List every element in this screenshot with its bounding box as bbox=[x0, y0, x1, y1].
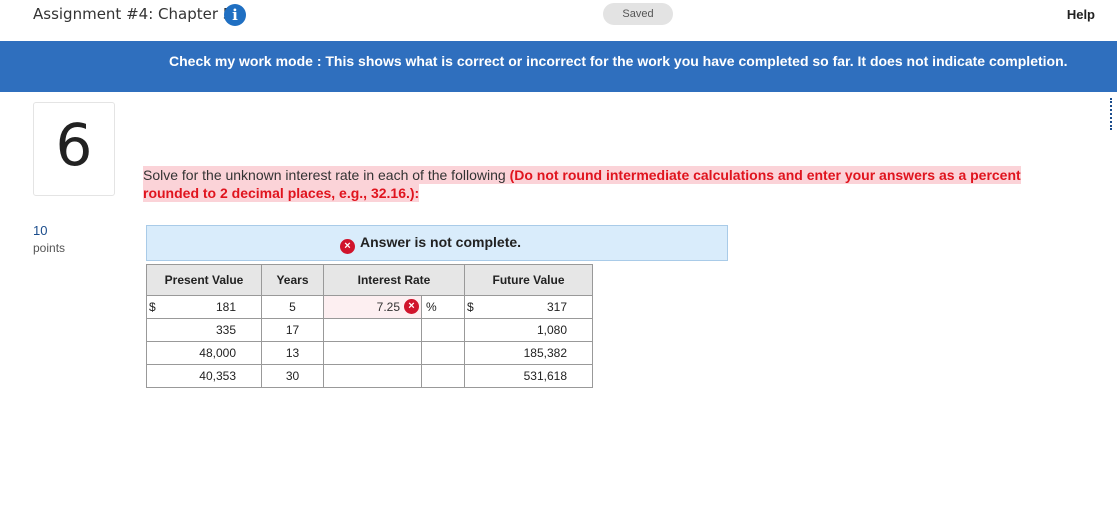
incorrect-x-icon: × bbox=[340, 239, 355, 254]
present-value: 48,000 bbox=[199, 346, 236, 360]
future-value-cell: $317 bbox=[464, 295, 593, 319]
interest-rate-table: Present Value Years Interest Rate Future… bbox=[146, 264, 593, 388]
future-value: 1,080 bbox=[536, 323, 567, 337]
years-cell: 5 bbox=[261, 295, 324, 319]
future-value-cell: 185,382 bbox=[464, 341, 593, 365]
percent-cell: % bbox=[421, 295, 465, 319]
interest-rate-input[interactable] bbox=[323, 318, 422, 342]
present-value-cell: 48,000 bbox=[146, 341, 262, 365]
percent-cell bbox=[421, 341, 465, 365]
check-my-work-banner: Check my work mode : This shows what is … bbox=[0, 41, 1117, 92]
present-value-cell: 335 bbox=[146, 318, 262, 342]
answer-status-box: × Answer is not complete. bbox=[146, 225, 728, 261]
table-row: 335 17 1,080 bbox=[146, 318, 593, 342]
future-value: 317 bbox=[546, 300, 567, 314]
scrollbar-marker[interactable] bbox=[1110, 98, 1115, 130]
question-number-box: 6 bbox=[33, 102, 115, 196]
answer-status-text: Answer is not complete. bbox=[360, 234, 522, 250]
interest-rate-cell[interactable]: 7.25 × bbox=[323, 295, 422, 319]
answer-status: × Answer is not complete. bbox=[340, 234, 521, 254]
years-cell: 30 bbox=[261, 364, 324, 388]
future-value: 531,618 bbox=[523, 369, 567, 383]
question-number: 6 bbox=[55, 111, 93, 179]
incorrect-x-icon: × bbox=[404, 299, 419, 314]
assignment-title: Assignment #4: Chapter 5 bbox=[33, 5, 233, 23]
top-bar: Assignment #4: Chapter 5 i Saved Help bbox=[0, 0, 1117, 40]
interest-rate-input[interactable] bbox=[323, 341, 422, 365]
table-row: $181 5 7.25 × % $317 bbox=[146, 295, 593, 319]
info-icon[interactable]: i bbox=[224, 4, 246, 26]
years-cell: 13 bbox=[261, 341, 324, 365]
percent-cell bbox=[421, 318, 465, 342]
saved-status-badge: Saved bbox=[603, 3, 673, 25]
percent-cell bbox=[421, 364, 465, 388]
header-present-value: Present Value bbox=[146, 264, 262, 296]
percent-symbol: % bbox=[426, 300, 437, 314]
future-value-cell: 531,618 bbox=[464, 364, 593, 388]
present-value: 40,353 bbox=[199, 369, 236, 383]
interest-rate-value: 7.25 bbox=[376, 300, 400, 314]
points-value: 10 bbox=[33, 223, 48, 238]
banner-text: Check my work mode : This shows what is … bbox=[169, 53, 1068, 69]
header-years: Years bbox=[261, 264, 324, 296]
help-link[interactable]: Help bbox=[1067, 7, 1095, 22]
question-prompt: Solve for the unknown interest rate in e… bbox=[143, 166, 1063, 202]
table-row: 48,000 13 185,382 bbox=[146, 341, 593, 365]
table-row: 40,353 30 531,618 bbox=[146, 364, 593, 388]
present-value: 181 bbox=[215, 300, 236, 314]
present-value-cell: $181 bbox=[146, 295, 262, 319]
currency-symbol: $ bbox=[149, 300, 156, 314]
currency-symbol: $ bbox=[467, 300, 474, 314]
present-value-cell: 40,353 bbox=[146, 364, 262, 388]
present-value: 335 bbox=[215, 323, 236, 337]
header-future-value: Future Value bbox=[464, 264, 593, 296]
future-value-cell: 1,080 bbox=[464, 318, 593, 342]
future-value: 185,382 bbox=[523, 346, 567, 360]
years-cell: 17 bbox=[261, 318, 324, 342]
points-label: points bbox=[33, 241, 66, 255]
prompt-text: Solve for the unknown interest rate in e… bbox=[143, 166, 510, 184]
header-interest-rate: Interest Rate bbox=[323, 264, 465, 296]
table-header-row: Present Value Years Interest Rate Future… bbox=[146, 264, 593, 296]
interest-rate-input[interactable] bbox=[323, 364, 422, 388]
